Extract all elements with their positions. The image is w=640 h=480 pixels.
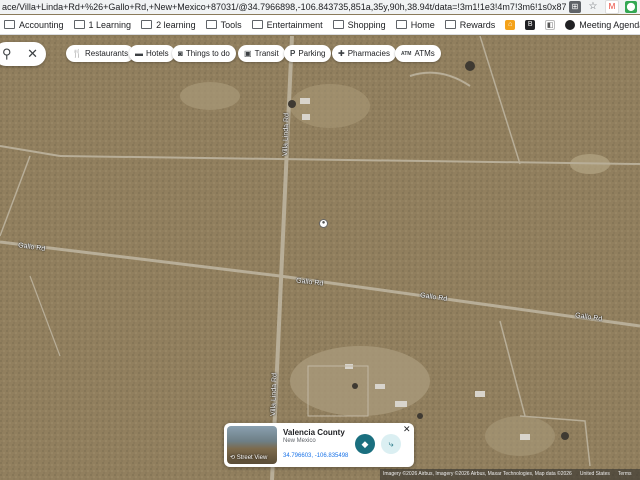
chip-label: Things to do xyxy=(185,49,230,58)
bookmark-favicon-icon: ⌂ xyxy=(505,19,516,30)
road-label-villa-linda: Villa Linda Rd xyxy=(270,372,279,417)
bookmark-shortcut-3[interactable]: ◧ xyxy=(545,19,556,30)
bookmark-2-learning[interactable]: 2 learning xyxy=(141,20,196,30)
chip-pharmacies[interactable]: ✚ Pharmacies xyxy=(332,45,396,62)
extension-icon[interactable]: ⊞ xyxy=(569,1,581,13)
folder-icon xyxy=(251,20,263,29)
restaurant-icon: 🍴 xyxy=(72,49,82,58)
folder-icon xyxy=(141,20,153,29)
street-view-thumbnail[interactable]: ⟲ Street View xyxy=(227,426,277,464)
chip-transit[interactable]: ▣ Transit xyxy=(238,45,285,62)
bookmark-tools[interactable]: Tools xyxy=(205,19,242,30)
transit-icon: ▣ xyxy=(244,49,252,58)
address-bar[interactable]: ace/Villa+Linda+Rd+%26+Gallo+Rd,+New+Mex… xyxy=(0,0,640,14)
chip-label: Pharmacies xyxy=(347,49,390,58)
bookmark-label: Rewards xyxy=(459,19,496,30)
chip-restaurants[interactable]: 🍴 Restaurants xyxy=(66,45,135,62)
bookmark-favicon-icon: B xyxy=(525,19,536,30)
github-icon xyxy=(565,19,576,30)
terms-link[interactable]: Terms xyxy=(618,469,632,480)
close-icon[interactable]: ✕ xyxy=(403,424,411,435)
street-view-label[interactable]: ⟲ Street View xyxy=(230,454,267,461)
folder-icon xyxy=(332,20,344,29)
bookmark-rewards[interactable]: Rewards xyxy=(444,19,496,30)
search-box[interactable]: ⚲ ✕ xyxy=(0,42,46,66)
folder-icon xyxy=(395,20,407,29)
pharmacy-icon: ✚ xyxy=(338,49,345,58)
bookmark-home[interactable]: Home xyxy=(395,19,435,30)
parking-icon: P xyxy=(290,49,296,58)
extension-icon-2[interactable]: ⬤ xyxy=(625,1,637,13)
gmail-icon[interactable]: M xyxy=(605,0,619,14)
bookmark-entertainment[interactable]: Entertainment xyxy=(251,19,323,30)
chip-label: Hotels xyxy=(146,49,169,58)
bookmark-1-learning[interactable]: 1 Learning xyxy=(73,19,132,30)
place-card[interactable]: ⟲ Street View Valencia County New Mexico… xyxy=(224,423,414,467)
bookmark-label: 1 Learning xyxy=(88,19,132,30)
bookmark-label: 2 learning xyxy=(156,19,196,30)
folder-icon xyxy=(4,20,15,29)
url-text[interactable]: ace/Villa+Linda+Rd+%26+Gallo+Rd,+New+Mex… xyxy=(0,2,566,12)
search-icon[interactable]: ⚲ xyxy=(2,46,12,62)
star-icon[interactable]: ☆ xyxy=(587,1,599,13)
bookmark-label: Shopping xyxy=(347,19,386,30)
bookmark-label: Accounting xyxy=(19,19,64,30)
chip-hotels[interactable]: ▬ Hotels xyxy=(129,45,175,62)
bookmark-label: Tools xyxy=(220,19,242,30)
street-view-text: Street View xyxy=(236,455,268,461)
folder-icon xyxy=(444,20,456,29)
attribution-text: Imagery ©2026 Airbus, Imagery ©2026 Airb… xyxy=(383,471,572,477)
bookmark-shopping[interactable]: Shopping xyxy=(332,19,386,30)
satellite-map[interactable]: Villa Linda Rd Villa Linda Rd Gallo Rd G… xyxy=(0,36,640,480)
camera-icon: ◙ xyxy=(178,49,183,58)
bookmark-shortcut-1[interactable]: ⌂ xyxy=(505,19,516,30)
region-link[interactable]: United States xyxy=(580,469,610,480)
map-attribution: Imagery ©2026 Airbus, Imagery ©2026 Airb… xyxy=(380,469,640,480)
atm-icon: ATM xyxy=(401,50,412,57)
place-subtitle: New Mexico xyxy=(283,438,316,444)
hotel-icon: ▬ xyxy=(135,49,143,58)
folder-icon xyxy=(205,20,217,29)
directions-button[interactable]: ◆ xyxy=(355,434,375,454)
folder-icon xyxy=(73,20,85,29)
share-button[interactable]: ⤷ xyxy=(381,434,401,454)
bookmark-favicon-icon: ◧ xyxy=(545,19,556,30)
chip-label: ATMs xyxy=(414,49,435,58)
bookmark-shortcut-2[interactable]: B xyxy=(525,19,536,30)
chip-label: Parking xyxy=(298,49,326,58)
bookmark-accounting[interactable]: Accounting xyxy=(4,20,64,30)
bookmarks-bar: Accounting 1 Learning 2 learning Tools E… xyxy=(0,15,640,35)
bookmark-label: Meeting Agenda 2... xyxy=(579,19,640,30)
chip-things-to-do[interactable]: ◙ Things to do xyxy=(172,45,236,62)
bookmark-label: Entertainment xyxy=(266,19,323,30)
bookmark-meeting-agenda[interactable]: Meeting Agenda 2... xyxy=(565,19,640,30)
chip-label: Transit xyxy=(254,49,279,58)
chip-label: Restaurants xyxy=(84,49,129,58)
place-coordinates[interactable]: 34.796603, -106.835498 xyxy=(283,453,348,459)
location-pin-icon[interactable]: ● xyxy=(319,219,328,228)
satellite-imagery xyxy=(0,36,640,480)
road-label-villa-linda: Villa Linda Rd xyxy=(282,112,291,157)
bookmark-label: Home xyxy=(410,19,435,30)
place-title: Valencia County xyxy=(283,428,345,437)
close-icon[interactable]: ✕ xyxy=(27,46,38,62)
chip-parking[interactable]: P Parking xyxy=(284,45,332,62)
chip-atms[interactable]: ATM ATMs xyxy=(395,45,441,62)
